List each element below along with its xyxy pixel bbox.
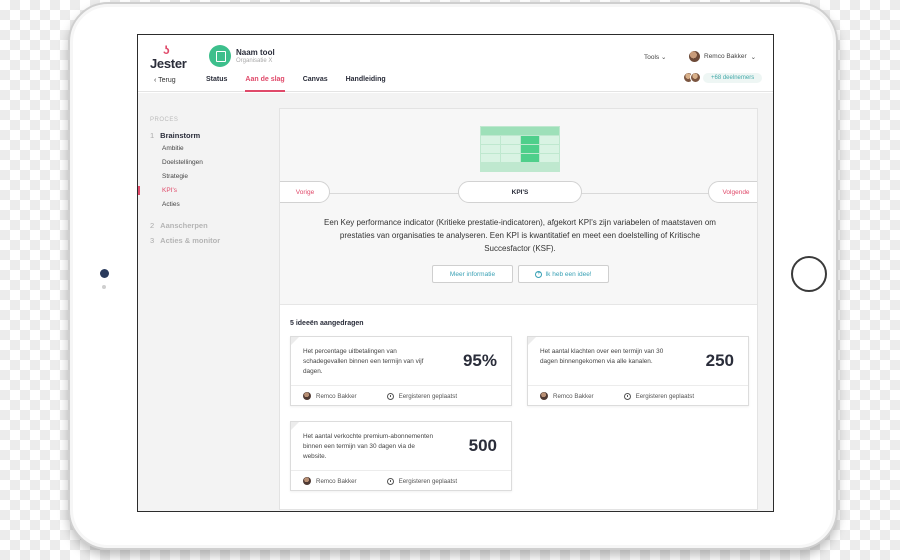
plus-icon: + [535, 270, 543, 278]
tab-aan-de-slag[interactable]: Aan de slag [245, 76, 285, 92]
sidebar-item-strategie[interactable]: Strategie [162, 173, 188, 180]
sidebar-item-kpis[interactable]: KPI's [162, 187, 177, 194]
idea-value: 500 [468, 436, 497, 455]
tab-canvas[interactable]: Canvas [303, 76, 328, 92]
avatar [303, 477, 311, 485]
sidebar-item-doelstellingen[interactable]: Doelstellingen [162, 159, 203, 166]
tools-menu-label: Tools [644, 54, 660, 61]
add-idea-label: Ik heb een idee! [545, 270, 592, 278]
avatar [540, 392, 548, 400]
idea-footer: Remco Bakker Eergisteren geplaatst [291, 470, 511, 491]
step-label: Brainstorm [160, 131, 201, 140]
user-menu[interactable]: Remco Bakker ⌄ [689, 51, 756, 62]
idea-text: Het aantal klachten over een termijn van… [540, 348, 664, 365]
sidebar-step-aanscherpen[interactable]: 2 Aanscherpen [150, 221, 208, 230]
idea-footer: Remco Bakker Eergisteren geplaatst [291, 385, 511, 406]
previous-button[interactable]: Vorige [280, 181, 330, 203]
camera [100, 269, 109, 278]
idea-author: Remco Bakker [316, 392, 357, 400]
idea-card[interactable]: Het aantal verkochte premium-abonnemente… [290, 421, 512, 491]
tool-icon [209, 45, 231, 67]
step-label: Acties & monitor [160, 236, 221, 245]
idea-text: Het aantal verkochte premium-abonnemente… [303, 433, 434, 460]
kpi-hero: Vorige KPI'S Volgende Een Key performanc… [280, 109, 757, 305]
user-name: Remco Bakker [704, 53, 747, 60]
avatar [303, 392, 311, 400]
app-screen: ʖ Jester ‹ Terug Naam tool Organisatie X… [137, 34, 774, 512]
idea-author: Remco Bakker [553, 392, 594, 400]
step-number: 1 [150, 131, 155, 140]
home-button[interactable] [791, 256, 827, 292]
active-item-marker [138, 186, 140, 195]
idea-card[interactable]: Het percentage uitbetalingen van schadeg… [290, 336, 512, 406]
idea-time: Eergisteren geplaatst [398, 392, 458, 400]
header: ʖ Jester ‹ Terug Naam tool Organisatie X… [138, 35, 773, 92]
sidebar-step-brainstorm[interactable]: 1 Brainstorm [150, 131, 200, 140]
sidebar-item-ambitie[interactable]: Ambitie [162, 145, 184, 152]
logo-mark-icon: ʖ [163, 43, 170, 57]
avatar [689, 51, 700, 62]
tab-handleiding[interactable]: Handleiding [346, 76, 386, 92]
sensor [102, 285, 106, 289]
idea-footer: Remco Bakker Eergisteren geplaatst [528, 385, 748, 406]
clock-icon [386, 477, 394, 485]
sidebar-step-acties-monitor[interactable]: 3 Acties & monitor [150, 236, 220, 245]
back-label: Terug [158, 77, 176, 84]
step-number: 3 [150, 236, 155, 245]
organisation-name: Organisatie X [236, 58, 273, 64]
back-link[interactable]: ‹ Terug [154, 77, 176, 84]
current-step-label: KPI'S [458, 181, 582, 203]
step-number: 2 [150, 221, 155, 230]
clock-icon [623, 392, 631, 400]
idea-author: Remco Bakker [316, 477, 357, 485]
clock-icon [386, 392, 394, 400]
tab-status[interactable]: Status [206, 76, 227, 92]
main-tabs: Status Aan de slag Canvas Handleiding [206, 76, 404, 92]
participant-avatar [690, 72, 701, 83]
sidebar-section-label: PROCES [150, 117, 179, 123]
idea-text: Het percentage uitbetalingen van schadeg… [303, 348, 424, 375]
card-corner-fold [291, 337, 299, 345]
chevron-down-icon: ⌄ [661, 54, 667, 61]
sidebar-item-acties[interactable]: Acties [162, 201, 180, 208]
next-button[interactable]: Volgende [708, 181, 757, 203]
card-corner-fold [291, 422, 299, 430]
content-area: PROCES 1 Brainstorm Ambitie Doelstellinge… [138, 93, 773, 511]
idea-card[interactable]: Het aantal klachten over een termijn van… [527, 336, 749, 406]
participants[interactable]: +68 deelnemers [683, 72, 763, 83]
idea-value: 95% [462, 351, 497, 370]
add-idea-button[interactable]: + Ik heb een idee! [518, 265, 609, 283]
logo-text: Jester [150, 56, 187, 71]
ideas-count-title: 5 ideeën aangedragen [290, 320, 364, 327]
participants-badge: +68 deelnemers [703, 72, 763, 83]
more-info-button[interactable]: Meer informatie [432, 265, 513, 283]
idea-time: Eergisteren geplaatst [398, 477, 458, 485]
step-label: Aanscherpen [160, 221, 208, 230]
jester-logo[interactable]: ʖ Jester [150, 43, 190, 71]
card-corner-fold [528, 337, 536, 345]
main-panel: Vorige KPI'S Volgende Een Key performanc… [279, 108, 758, 510]
kpi-description: Een Key performance indicator (Kritieke … [324, 218, 716, 253]
idea-value: 250 [705, 351, 734, 370]
tools-menu[interactable]: Tools ⌄ [644, 53, 666, 61]
chevron-down-icon: ⌄ [750, 53, 757, 61]
idea-time: Eergisteren geplaatst [635, 392, 695, 400]
canvas-grid-icon [480, 126, 560, 172]
sidebar: PROCES 1 Brainstorm Ambitie Doelstellinge… [138, 93, 278, 511]
tool-name: Naam tool [236, 48, 275, 57]
